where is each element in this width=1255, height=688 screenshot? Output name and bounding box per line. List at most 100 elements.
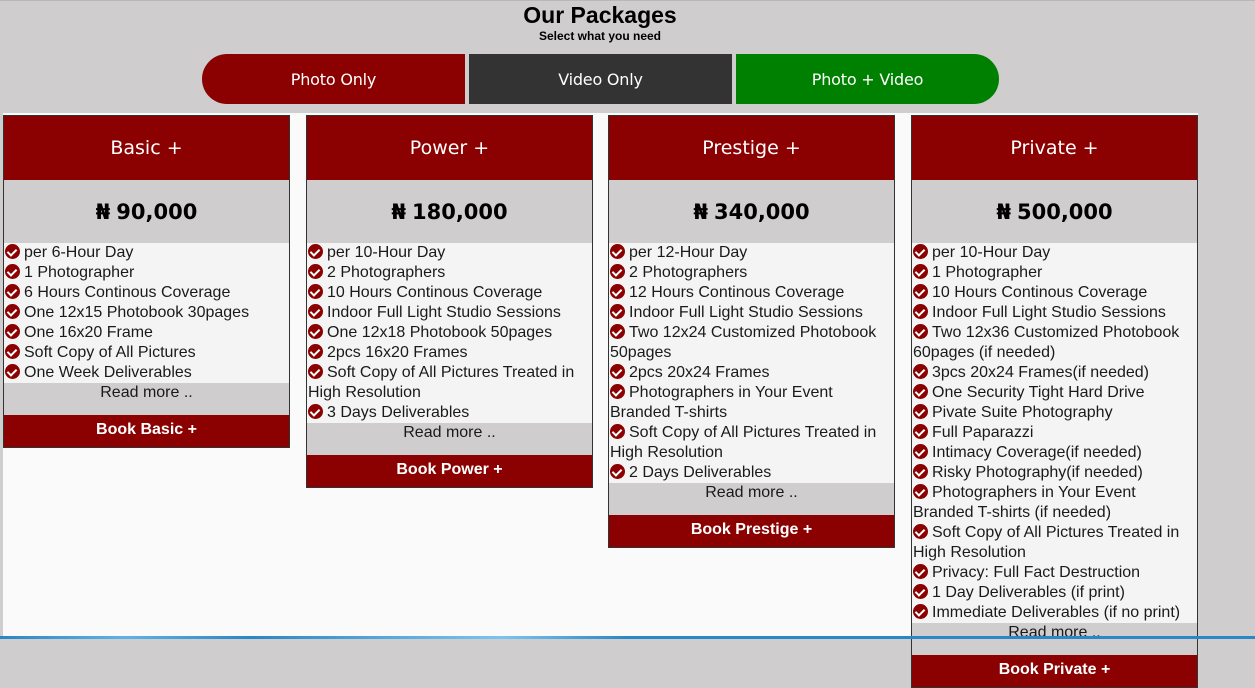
feature-item: One 12x15 Photobook 30pages	[4, 303, 289, 323]
feature-item: One Security Tight Hard Drive	[912, 383, 1197, 403]
feature-item: One Week Deliverables	[4, 363, 289, 383]
check-circle-icon	[308, 284, 323, 299]
check-circle-icon	[308, 404, 323, 419]
feature-item: Indoor Full Light Studio Sessions	[609, 303, 894, 323]
feature-item: Soft Copy of All Pictures Treated in Hig…	[307, 363, 592, 403]
feature-text: per 10-Hour Day	[932, 244, 1051, 261]
check-circle-icon	[913, 464, 928, 479]
feature-text: 6 Hours Continous Coverage	[24, 284, 231, 301]
feature-text: One Security Tight Hard Drive	[932, 384, 1145, 401]
feature-item: 12 Hours Continous Coverage	[609, 283, 894, 303]
check-circle-icon	[913, 304, 928, 319]
feature-text: 2 Days Deliverables	[629, 464, 772, 481]
feature-item: Risky Photography(if needed)	[912, 463, 1197, 483]
feature-text: Photographers in Your Event Branded T-sh…	[913, 484, 1136, 521]
package-card-prestige: Prestige + ₦ 340,000 per 12-Hour Day 2 Ph…	[608, 115, 895, 548]
feature-text: 2 Photographers	[327, 264, 446, 281]
package-name: Power +	[307, 116, 592, 180]
feature-item: 2 Photographers	[609, 263, 894, 283]
check-circle-icon	[610, 244, 625, 259]
feature-text: per 6-Hour Day	[24, 244, 134, 261]
feature-item: One 16x20 Frame	[4, 323, 289, 343]
page-subtitle: Select what you need	[538, 29, 662, 43]
feature-text: Pivate Suite Photography	[932, 404, 1113, 421]
feature-text: One Week Deliverables	[24, 364, 192, 381]
feature-text: Indoor Full Light Studio Sessions	[932, 304, 1166, 321]
feature-item: One 12x18 Photobook 50pages	[307, 323, 592, 343]
feature-item: 1 Day Deliverables (if print)	[912, 583, 1197, 603]
feature-text: 1 Day Deliverables (if print)	[932, 584, 1125, 601]
feature-text: Soft Copy of All Pictures Treated in Hig…	[913, 524, 1180, 561]
feature-text: 1 Photographer	[24, 264, 135, 281]
check-circle-icon	[913, 284, 928, 299]
feature-text: 12 Hours Continous Coverage	[629, 284, 845, 301]
check-circle-icon	[5, 364, 20, 379]
feature-text: 3pcs 20x24 Frames(if needed)	[932, 364, 1149, 381]
check-circle-icon	[913, 484, 928, 499]
feature-item: 10 Hours Continous Coverage	[912, 283, 1197, 303]
feature-item: Soft Copy of All Pictures Treated in Hig…	[912, 523, 1197, 563]
feature-item: 2pcs 20x24 Frames	[609, 363, 894, 383]
feature-list: per 6-Hour Day 1 Photographer 6 Hours Cont…	[4, 243, 289, 383]
check-circle-icon	[610, 364, 625, 379]
feature-text: Two 12x36 Customized Photobook 60pages (…	[913, 324, 1180, 361]
book-basic-button[interactable]: Book Basic +	[4, 415, 289, 447]
package-price: ₦ 180,000	[307, 180, 592, 243]
feature-item: per 10-Hour Day	[307, 243, 592, 263]
check-circle-icon	[913, 424, 928, 439]
tab-photo-only[interactable]: Photo Only	[202, 54, 465, 104]
check-circle-icon	[913, 244, 928, 259]
feature-text: Soft Copy of All Pictures	[24, 344, 196, 361]
feature-item: Intimacy Coverage(if needed)	[912, 443, 1197, 463]
check-circle-icon	[610, 284, 625, 299]
feature-text: Privacy: Full Fact Destruction	[932, 564, 1141, 581]
read-more-link[interactable]: Read more ..	[307, 423, 592, 455]
package-name: Private +	[912, 116, 1197, 180]
naira-currency-icon: ₦	[996, 199, 1011, 224]
naira-currency-icon: ₦	[693, 199, 708, 224]
check-circle-icon	[610, 424, 625, 439]
feature-item: 3pcs 20x24 Frames(if needed)	[912, 363, 1197, 383]
check-circle-icon	[913, 444, 928, 459]
check-circle-icon	[5, 344, 20, 359]
book-prestige-button[interactable]: Book Prestige +	[609, 515, 894, 547]
package-price: ₦ 90,000	[4, 180, 289, 243]
check-circle-icon	[610, 264, 625, 279]
check-circle-icon	[5, 244, 20, 259]
check-circle-icon	[308, 304, 323, 319]
check-circle-icon	[308, 344, 323, 359]
book-private-button[interactable]: Book Private +	[912, 655, 1197, 687]
price-value: 500,000	[1016, 199, 1113, 224]
check-circle-icon	[913, 564, 928, 579]
feature-text: 10 Hours Continous Coverage	[327, 284, 543, 301]
check-circle-icon	[5, 324, 20, 339]
check-circle-icon	[610, 464, 625, 479]
tab-video-only[interactable]: Video Only	[469, 54, 732, 104]
read-more-link[interactable]: Read more ..	[912, 623, 1197, 655]
feature-item: 2pcs 16x20 Frames	[307, 343, 592, 363]
read-more-link[interactable]: Read more ..	[609, 483, 894, 515]
feature-item: 1 Photographer	[4, 263, 289, 283]
feature-text: 10 Hours Continous Coverage	[932, 284, 1148, 301]
tab-photo-video[interactable]: Photo + Video	[736, 54, 999, 104]
feature-text: Indoor Full Light Studio Sessions	[327, 304, 561, 321]
feature-text: Intimacy Coverage(if needed)	[932, 444, 1142, 461]
check-circle-icon	[913, 384, 928, 399]
check-circle-icon	[610, 324, 625, 339]
feature-text: Full Paparazzi	[932, 424, 1034, 441]
read-more-link[interactable]: Read more ..	[4, 383, 289, 415]
feature-text: 1 Photographer	[932, 264, 1043, 281]
book-power-button[interactable]: Book Power +	[307, 455, 592, 487]
check-circle-icon	[308, 244, 323, 259]
check-circle-icon	[913, 584, 928, 599]
check-circle-icon	[308, 324, 323, 339]
feature-text: One 12x18 Photobook 50pages	[327, 324, 553, 341]
price-value: 340,000	[713, 199, 810, 224]
feature-item: 2 Photographers	[307, 263, 592, 283]
feature-item: Full Paparazzi	[912, 423, 1197, 443]
check-circle-icon	[913, 324, 928, 339]
feature-item: Immediate Deliverables (if no print)	[912, 603, 1197, 623]
feature-item: Pivate Suite Photography	[912, 403, 1197, 423]
feature-item: 10 Hours Continous Coverage	[307, 283, 592, 303]
feature-item: Soft Copy of All Pictures Treated in Hig…	[609, 423, 894, 463]
